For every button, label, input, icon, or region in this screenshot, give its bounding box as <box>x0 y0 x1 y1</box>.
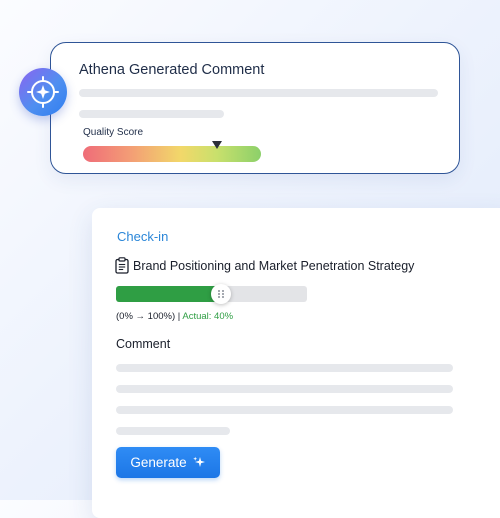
comment-skeleton-line-1 <box>79 89 438 97</box>
progress-slider-fill <box>116 286 221 302</box>
checkin-skeleton-line-2 <box>116 385 453 393</box>
comment-skeleton-line-2 <box>79 110 224 118</box>
checkin-skeleton-line-4 <box>116 427 230 435</box>
progress-slider-handle[interactable] <box>211 284 231 304</box>
comment-heading: Comment <box>116 337 171 351</box>
checkin-skeleton-line-3 <box>116 406 453 414</box>
generate-button[interactable]: Generate <box>116 447 220 478</box>
quality-score-label: Quality Score <box>83 127 144 138</box>
progress-actual-text: Actual: 40% <box>182 311 234 322</box>
objective-row: Brand Positioning and Market Penetration… <box>115 257 414 274</box>
progress-slider-track[interactable] <box>116 284 307 304</box>
sparkle-icon <box>192 456 206 469</box>
checkin-card: Check-in Brand Positioning and Market Pe… <box>92 208 500 518</box>
athena-comment-card: Athena Generated Comment Quality Score <box>50 42 460 174</box>
quality-score-bar <box>83 146 261 162</box>
athena-badge <box>19 68 67 116</box>
compass-star-icon <box>27 76 59 108</box>
progress-range-text: (0% → 100%) | <box>116 311 183 322</box>
checkin-skeleton-line-1 <box>116 364 453 372</box>
generate-button-label: Generate <box>130 455 187 470</box>
quality-score-marker-icon <box>211 141 222 149</box>
checkin-title: Check-in <box>117 229 169 244</box>
clipboard-icon <box>115 257 129 274</box>
progress-caption: (0% → 100%) | Actual: 40% <box>116 311 233 322</box>
drag-handle-icon <box>218 290 224 298</box>
athena-comment-title: Athena Generated Comment <box>79 62 265 78</box>
objective-title: Brand Positioning and Market Penetration… <box>133 258 415 273</box>
